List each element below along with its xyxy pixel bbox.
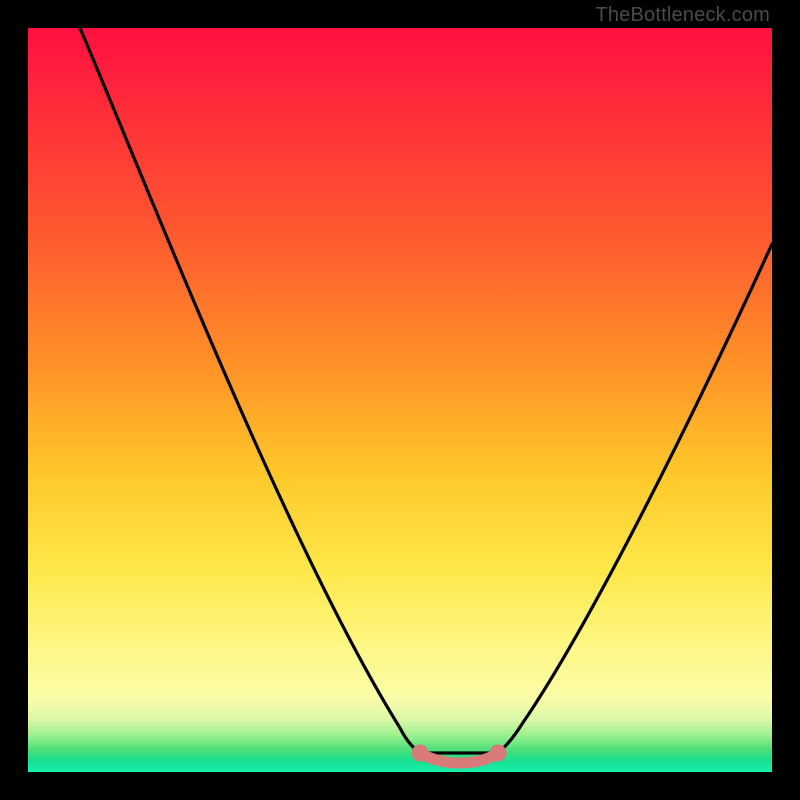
bottleneck-curve bbox=[80, 28, 772, 753]
flat-endpoint-left bbox=[412, 745, 429, 762]
chart-svg bbox=[28, 28, 772, 772]
chart-stage: TheBottleneck.com bbox=[0, 0, 800, 800]
flat-endpoint-right bbox=[490, 745, 507, 762]
plot-area bbox=[28, 28, 772, 772]
watermark-text: TheBottleneck.com bbox=[595, 4, 770, 27]
